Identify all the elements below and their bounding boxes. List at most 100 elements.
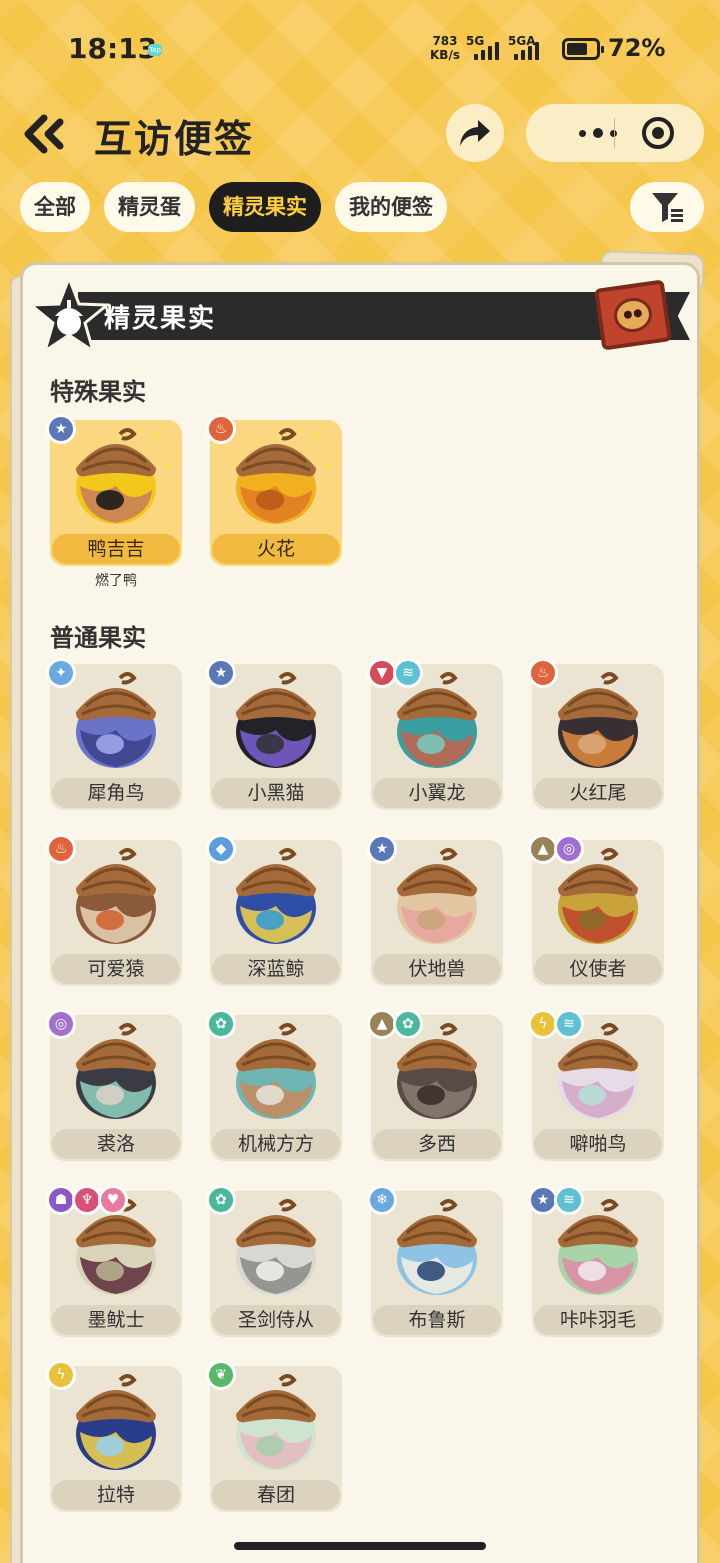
acorn-fruit-icon [76, 847, 156, 944]
fruit-card[interactable]: ❄ 布鲁斯 [367, 1184, 503, 1337]
wing-type-icon: ≋ [554, 1184, 584, 1215]
fruit-name: 犀角鸟 [52, 778, 180, 808]
type-badges: ▲ ✿ [367, 1009, 423, 1039]
fruit-card[interactable]: ❦ 春团 [206, 1360, 342, 1512]
tab-all[interactable]: 全部 [20, 182, 90, 232]
fairy-type-icon: ♥ [98, 1184, 128, 1215]
type-badges: ★ [206, 658, 236, 688]
water-type-icon: ◆ [206, 833, 236, 864]
fruit-name: 咔咔羽毛 [534, 1304, 662, 1335]
tab-spirit-egg[interactable]: 精灵蛋 [104, 182, 195, 232]
star-type-icon: ★ [46, 414, 76, 444]
acorn-fruit-icon [236, 672, 316, 768]
close-miniprogram-icon[interactable] [642, 117, 674, 149]
fruit-card[interactable]: ✿ 机械方方 [206, 1009, 342, 1161]
type-badges: ✿ [206, 1184, 236, 1215]
fruit-card[interactable]: ✦ ✦ ♨ 火花 [206, 414, 342, 566]
fruit-card[interactable]: ▲ ◎ 仪使者 [528, 833, 664, 986]
fruit-card[interactable]: ✦ ✦ ★ 鸭吉吉 燃了鸭 [46, 414, 182, 589]
acorn-fruit-icon [76, 1374, 156, 1470]
miniprogram-capsule [526, 104, 704, 162]
tab-my-notes[interactable]: 我的便签 [335, 182, 447, 232]
category-tabs: 全部 精灵蛋 精灵果实 我的便签 [20, 182, 447, 232]
sparkle-icon: ✦ [322, 458, 334, 474]
fruit-card[interactable]: ✦ 犀角鸟 [46, 658, 182, 810]
fruit-card[interactable]: ◆ 深蓝鲸 [206, 833, 342, 986]
fruit-name: 布鲁斯 [373, 1304, 501, 1335]
back-button[interactable] [22, 112, 68, 156]
acorn-fruit-icon [397, 1198, 477, 1295]
gear-type-icon: ✿ [206, 1184, 236, 1215]
battery-percent: 72% [608, 34, 666, 62]
acorn-star-icon [28, 276, 110, 355]
fruit-name: 可爱猿 [52, 953, 180, 984]
network-speed: 783 KB/s [430, 34, 460, 62]
fruit-card[interactable]: ϟ ≋ 噼啪鸟 [528, 1009, 664, 1161]
fruit-card[interactable]: ▲ ✿ 多西 [367, 1009, 503, 1161]
fruit-name: 小黑猫 [212, 778, 340, 808]
type-badges: ✿ [206, 1009, 236, 1039]
sparkle-icon: ✦ [148, 426, 167, 451]
type-badges: ♨ [206, 414, 236, 444]
fruit-card[interactable]: ☗ ♆ ♥ 墨鱿士 [46, 1184, 182, 1337]
fruit-card[interactable]: ✿ 圣剑侍从 [206, 1184, 342, 1337]
type-badges: ϟ ≋ [528, 1009, 584, 1039]
acorn-fruit-icon [76, 1023, 156, 1119]
acorn-fruit-icon [558, 672, 638, 768]
fruit-card[interactable]: ♨ 火红尾 [528, 658, 664, 810]
fruit-name: 仪使者 [534, 953, 662, 984]
psychic-type-icon: ◎ [554, 833, 584, 864]
stamp-badge-icon [594, 279, 672, 351]
fire-type-icon: ♨ [46, 833, 76, 864]
stamp-face-icon [611, 295, 655, 335]
fruit-card[interactable]: ★ ≋ 咔咔羽毛 [528, 1184, 664, 1337]
filter-button[interactable] [630, 182, 704, 232]
type-badges: ♨ [46, 833, 76, 864]
psychic-type-icon: ◎ [46, 1009, 76, 1039]
acorn-fruit-icon [236, 1198, 316, 1295]
type-badges: ✦ [46, 658, 76, 688]
fruit-card[interactable]: ♨ 可爱猿 [46, 833, 182, 986]
fruit-name: 火红尾 [534, 778, 662, 808]
fruit-name: 墨鱿士 [52, 1304, 180, 1335]
tab-spirit-fruit[interactable]: 精灵果实 [209, 182, 321, 232]
fruit-card[interactable]: ★ 小黑猫 [206, 658, 342, 810]
share-arrow-icon [460, 120, 490, 146]
ice-type-icon: ✦ [46, 658, 76, 688]
type-badges: ★ ≋ [528, 1184, 584, 1215]
type-badges: ▲ ◎ [528, 833, 584, 864]
sparkle-icon: ✦ [162, 458, 174, 474]
capsule-divider [614, 118, 615, 148]
type-badges: ▼ ≋ [367, 658, 423, 688]
fruit-card[interactable]: ◎ 裘洛 [46, 1009, 182, 1161]
type-badges: ♨ [528, 658, 558, 688]
type-badges: ★ [46, 414, 76, 444]
type-badges: ☗ ♆ ♥ [46, 1184, 128, 1215]
acorn-fruit-icon [76, 672, 156, 768]
fruit-name: 裘洛 [52, 1129, 180, 1159]
star-type-icon: ★ [367, 833, 397, 864]
share-button[interactable] [446, 104, 504, 162]
more-button[interactable] [556, 120, 640, 146]
type-badges: ★ [367, 833, 397, 864]
fruit-card[interactable]: ϟ 拉特 [46, 1360, 182, 1512]
app-notification-icon: Tap [148, 44, 162, 56]
fruit-name: 圣剑侍从 [212, 1304, 340, 1335]
more-dot-icon [593, 128, 603, 138]
fruit-card[interactable]: ▼ ≋ 小翼龙 [367, 658, 503, 810]
ice2-type-icon: ❄ [367, 1184, 397, 1215]
status-bar: 18:13 Tap 783 KB/s 5G 5GA 72% [0, 0, 720, 100]
type-badges: ϟ [46, 1360, 76, 1390]
fruit-name: 深蓝鲸 [212, 953, 340, 984]
type-badges: ◎ [46, 1009, 76, 1039]
sim1-signal-icon [474, 40, 499, 60]
status-time: 18:13 [68, 32, 158, 65]
fruit-name: 机械方方 [212, 1129, 340, 1159]
fruit-name: 噼啪鸟 [534, 1129, 662, 1159]
home-indicator[interactable] [234, 1542, 486, 1550]
fruit-card[interactable]: ★ 伏地兽 [367, 833, 503, 986]
fruit-name: 拉特 [52, 1480, 180, 1510]
acorn-fruit-icon [236, 1023, 316, 1119]
type-badges: ◆ [206, 833, 236, 864]
type-badges: ❄ [367, 1184, 397, 1215]
